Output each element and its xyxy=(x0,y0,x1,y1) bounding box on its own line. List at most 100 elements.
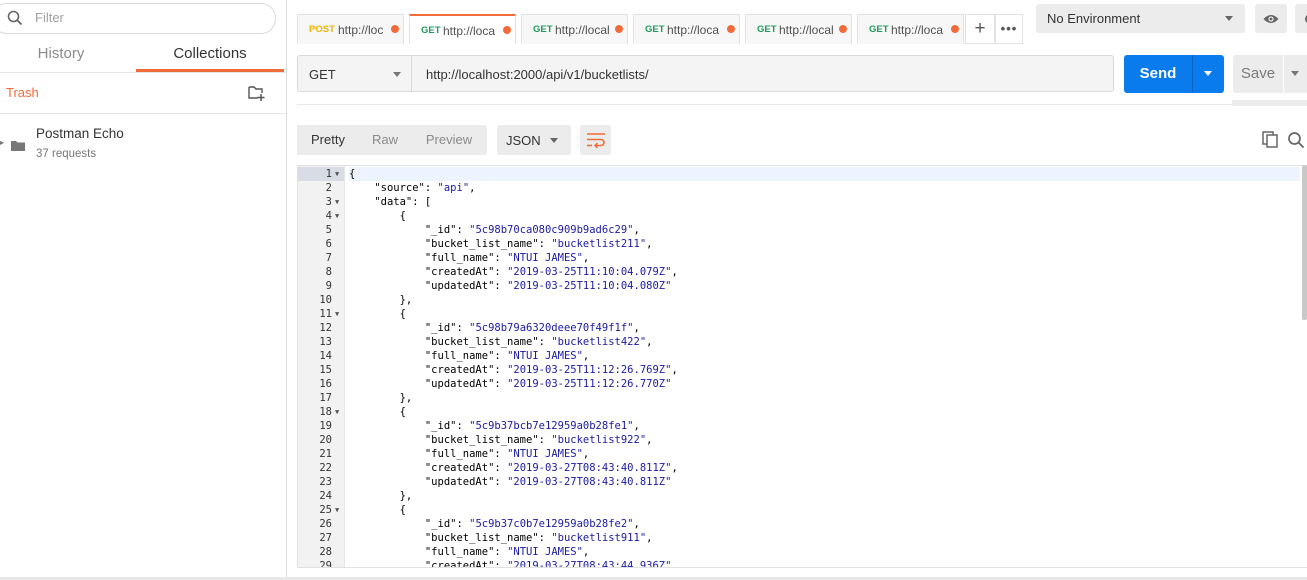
response-body-viewer[interactable]: 1 ▼{2 "source": "api", 3 ▼ "data": [4 ▼ {5 "… xyxy=(297,165,1307,568)
line-number: 7 xyxy=(325,252,332,264)
line-number: 10 xyxy=(319,294,332,306)
code-line: 23 "updatedAt": "2019-03-27T08:43:40.811… xyxy=(298,475,1306,489)
line-number: 22 xyxy=(319,462,332,474)
filter-input[interactable] xyxy=(33,9,237,26)
line-number: 28 xyxy=(319,546,332,558)
line-number: 15 xyxy=(319,364,332,376)
line-number: 21 xyxy=(319,448,332,460)
line-number: 13 xyxy=(319,336,332,348)
line-number: 26 xyxy=(319,518,332,530)
caret-right-icon[interactable]: ▶ xyxy=(0,138,4,147)
request-tab-bar: POST http://loc GET http://loca GET http… xyxy=(297,12,1027,45)
code-text: "createdAt": "2019-03-27T08:43:40.811Z", xyxy=(424,462,678,474)
tab-method: GET xyxy=(869,24,889,35)
code-text: { xyxy=(399,210,406,222)
save-button[interactable]: Save xyxy=(1233,55,1283,93)
request-tab[interactable]: GET http://local xyxy=(745,14,852,44)
pane-divider-handle[interactable] xyxy=(1232,100,1307,106)
line-number: 27 xyxy=(319,532,332,544)
response-scrollbar[interactable] xyxy=(1302,165,1307,320)
request-tab-active[interactable]: GET http://loca xyxy=(409,14,516,44)
manage-environments-button[interactable] xyxy=(1295,4,1307,33)
send-options-button[interactable] xyxy=(1192,55,1224,93)
code-line: 2 "source": "api", xyxy=(298,181,1306,195)
code-line: 11 ▼ { xyxy=(298,307,1306,321)
code-text: }, xyxy=(399,392,413,404)
request-tab[interactable]: GET http://loca xyxy=(633,14,740,44)
code-line: 20 "bucket_list_name": "bucketlist922", xyxy=(298,433,1306,447)
code-text: "data": [ xyxy=(374,196,432,208)
code-text: { xyxy=(349,167,1300,181)
collection-name: Postman Echo xyxy=(36,126,124,141)
code-text: "full_name": "NTUI JAMES", xyxy=(424,546,590,558)
send-button[interactable]: Send xyxy=(1124,55,1192,93)
format-label: JSON xyxy=(506,133,541,148)
code-line: 6 "bucket_list_name": "bucketlist211", xyxy=(298,237,1306,251)
code-text: "_id": "5c98b70ca080c909b9ad6c29", xyxy=(424,224,640,236)
fold-toggle-icon[interactable]: ▼ xyxy=(335,195,339,209)
line-number: 12 xyxy=(319,322,332,334)
wrap-lines-button[interactable] xyxy=(580,125,611,155)
line-number: 29 xyxy=(319,560,332,568)
code-line: 4 ▼ { xyxy=(298,209,1306,223)
collection-item-postman-echo[interactable]: ▶ Postman Echo 37 requests xyxy=(0,114,286,170)
request-tab[interactable]: GET http://loca xyxy=(857,14,964,44)
pane-divider[interactable] xyxy=(297,104,1307,105)
fold-toggle-icon[interactable]: ▼ xyxy=(335,209,339,223)
new-collection-icon[interactable] xyxy=(248,84,266,102)
tab-method: GET xyxy=(757,24,777,35)
search-icon xyxy=(1287,132,1305,153)
tab-url: http://local xyxy=(555,23,610,37)
code-line: 9 "updatedAt": "2019-03-25T11:10:04.080Z… xyxy=(298,279,1306,293)
code-text: }, xyxy=(399,490,413,502)
more-tabs-button[interactable]: ••• xyxy=(995,14,1023,44)
tab-collections[interactable]: Collections xyxy=(136,38,284,72)
code-text: "_id": "5c9b37bcb7e12959a0b28fe1", xyxy=(424,420,640,432)
search-response-button[interactable] xyxy=(1287,131,1305,149)
new-tab-button[interactable]: + xyxy=(965,14,995,44)
fold-toggle-icon[interactable]: ▼ xyxy=(335,307,339,321)
code-text: "bucket_list_name": "bucketlist211", xyxy=(424,238,653,250)
tab-history[interactable]: History xyxy=(0,38,122,72)
eye-icon xyxy=(1263,12,1279,30)
filter-field[interactable] xyxy=(0,3,276,34)
method-select[interactable]: GET xyxy=(297,55,412,92)
line-number: 4 xyxy=(325,210,332,222)
trash-link[interactable]: Trash xyxy=(6,85,39,100)
response-format-select[interactable]: JSON xyxy=(497,125,571,155)
copy-response-button[interactable] xyxy=(1262,131,1278,148)
code-line: 14 "full_name": "NTUI JAMES", xyxy=(298,349,1306,363)
line-number: 14 xyxy=(319,350,332,362)
request-tab[interactable]: GET http://local xyxy=(521,14,628,44)
plus-icon: + xyxy=(974,18,986,39)
url-field[interactable] xyxy=(412,55,1114,92)
code-text: "updatedAt": "2019-03-25T11:10:04.080Z" xyxy=(424,280,672,292)
url-input[interactable] xyxy=(424,66,1098,83)
code-line: 19 "_id": "5c9b37bcb7e12959a0b28fe1", xyxy=(298,419,1306,433)
line-number: 11 xyxy=(319,308,332,320)
sidebar: History Collections Trash ▶ Postman Echo… xyxy=(0,0,287,580)
view-preview[interactable]: Preview xyxy=(411,125,487,155)
view-pretty[interactable]: Pretty xyxy=(297,125,359,155)
fold-toggle-icon[interactable]: ▼ xyxy=(335,167,339,181)
code-text: "createdAt": "2019-03-27T08:43:44.936Z", xyxy=(424,560,678,568)
code-text: { xyxy=(399,504,406,516)
line-number: 2 xyxy=(325,182,332,194)
unsaved-dot-icon xyxy=(951,25,959,33)
fold-toggle-icon[interactable]: ▼ xyxy=(335,405,339,419)
save-options-button[interactable] xyxy=(1284,55,1307,93)
code-text: "bucket_list_name": "bucketlist922", xyxy=(424,434,653,446)
sidebar-tabs: History Collections xyxy=(0,38,286,73)
code-line: 13 "bucket_list_name": "bucketlist422", xyxy=(298,335,1306,349)
request-tab[interactable]: POST http://loc xyxy=(297,14,404,44)
tab-method: GET xyxy=(421,25,441,36)
method-label: GET xyxy=(309,67,336,82)
view-raw[interactable]: Raw xyxy=(359,125,411,155)
tab-method: POST xyxy=(309,24,335,35)
environment-select[interactable]: No Environment xyxy=(1036,4,1245,33)
line-number: 9 xyxy=(325,280,332,292)
fold-toggle-icon[interactable]: ▼ xyxy=(335,503,339,517)
unsaved-dot-icon xyxy=(615,25,623,33)
environment-quick-look-button[interactable] xyxy=(1255,4,1287,33)
code-line: 21 "full_name": "NTUI JAMES", xyxy=(298,447,1306,461)
